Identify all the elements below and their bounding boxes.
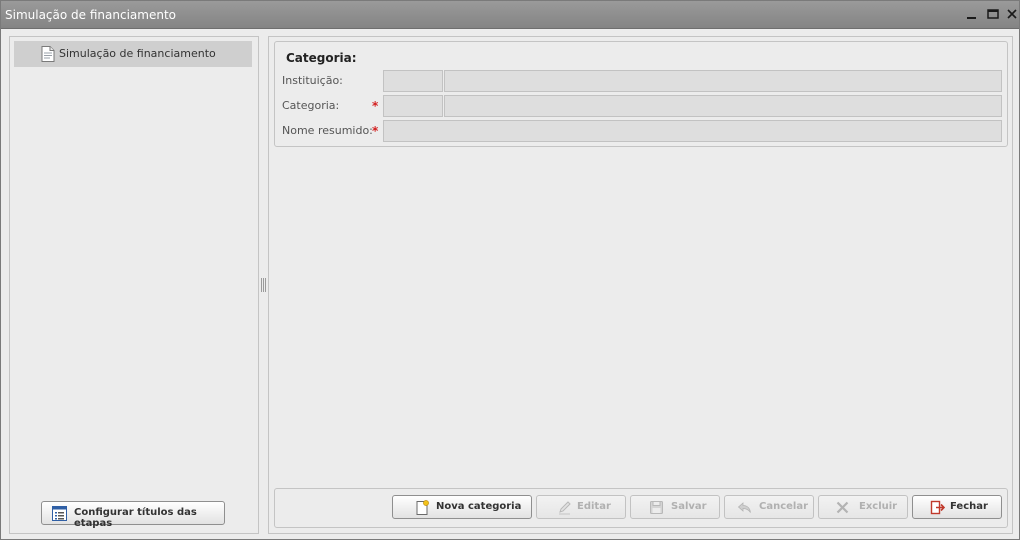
new-document-icon <box>415 500 430 515</box>
close-label: Fechar <box>950 501 988 512</box>
main-panel: Categoria: Instituição: Categoria: * Nom… <box>268 36 1013 534</box>
document-icon <box>41 46 55 62</box>
required-marker: * <box>372 99 379 113</box>
panel-splitter-handle[interactable] <box>260 278 266 292</box>
configure-titles-label: Configurar títulos das etapas <box>74 507 197 529</box>
save-button[interactable]: Salvar <box>630 495 720 519</box>
required-marker: * <box>372 124 379 138</box>
configure-titles-button[interactable]: Configurar títulos das etapas <box>41 501 225 529</box>
sidebar: Simulação de financiamento Configurar tí… <box>9 36 259 534</box>
title-bar[interactable]: Simulação de financiamento <box>1 1 1019 29</box>
delete-button[interactable]: Excluir <box>818 495 908 519</box>
category-form: Categoria: Instituição: Categoria: * Nom… <box>274 41 1008 147</box>
categoria-code-input[interactable] <box>383 95 443 117</box>
new-category-label: Nova categoria <box>436 501 522 512</box>
x-icon <box>835 500 850 515</box>
edit-label: Editar <box>577 501 611 512</box>
nome-resumido-input[interactable] <box>383 120 1002 142</box>
field-label-instituicao: Instituição: <box>282 74 343 87</box>
categoria-description-input[interactable] <box>444 95 1002 117</box>
instituicao-code-input[interactable] <box>383 70 443 92</box>
floppy-disk-icon <box>649 500 664 515</box>
cancel-label: Cancelar <box>759 501 809 512</box>
cancel-button[interactable]: Cancelar <box>724 495 814 519</box>
instituicao-description-input[interactable] <box>444 70 1002 92</box>
section-title: Categoria: <box>286 51 357 65</box>
sidebar-item-label: Simulação de financiamento <box>59 47 216 60</box>
close-button[interactable]: Fechar <box>912 495 1002 519</box>
minimize-icon[interactable] <box>965 7 979 21</box>
field-label-categoria: Categoria: <box>282 99 340 112</box>
sidebar-item-simulacao[interactable]: Simulação de financiamento <box>14 41 252 67</box>
new-category-button[interactable]: Nova categoria <box>392 495 532 519</box>
undo-arrow-icon <box>737 500 752 515</box>
delete-label: Excluir <box>859 501 898 512</box>
window: Simulação de financiamento Simulação de … <box>0 0 1020 540</box>
list-icon <box>52 506 67 521</box>
close-icon[interactable] <box>1005 7 1019 21</box>
field-label-nome-resumido: Nome resumido: <box>282 124 373 137</box>
window-title: Simulação de financiamento <box>5 8 176 22</box>
maximize-icon[interactable] <box>986 7 1000 21</box>
exit-door-icon <box>930 500 946 515</box>
pencil-icon <box>557 500 572 515</box>
action-toolbar: Nova categoria Editar Salvar Cancelar Ex… <box>274 488 1008 528</box>
save-label: Salvar <box>671 501 707 512</box>
edit-button[interactable]: Editar <box>536 495 626 519</box>
